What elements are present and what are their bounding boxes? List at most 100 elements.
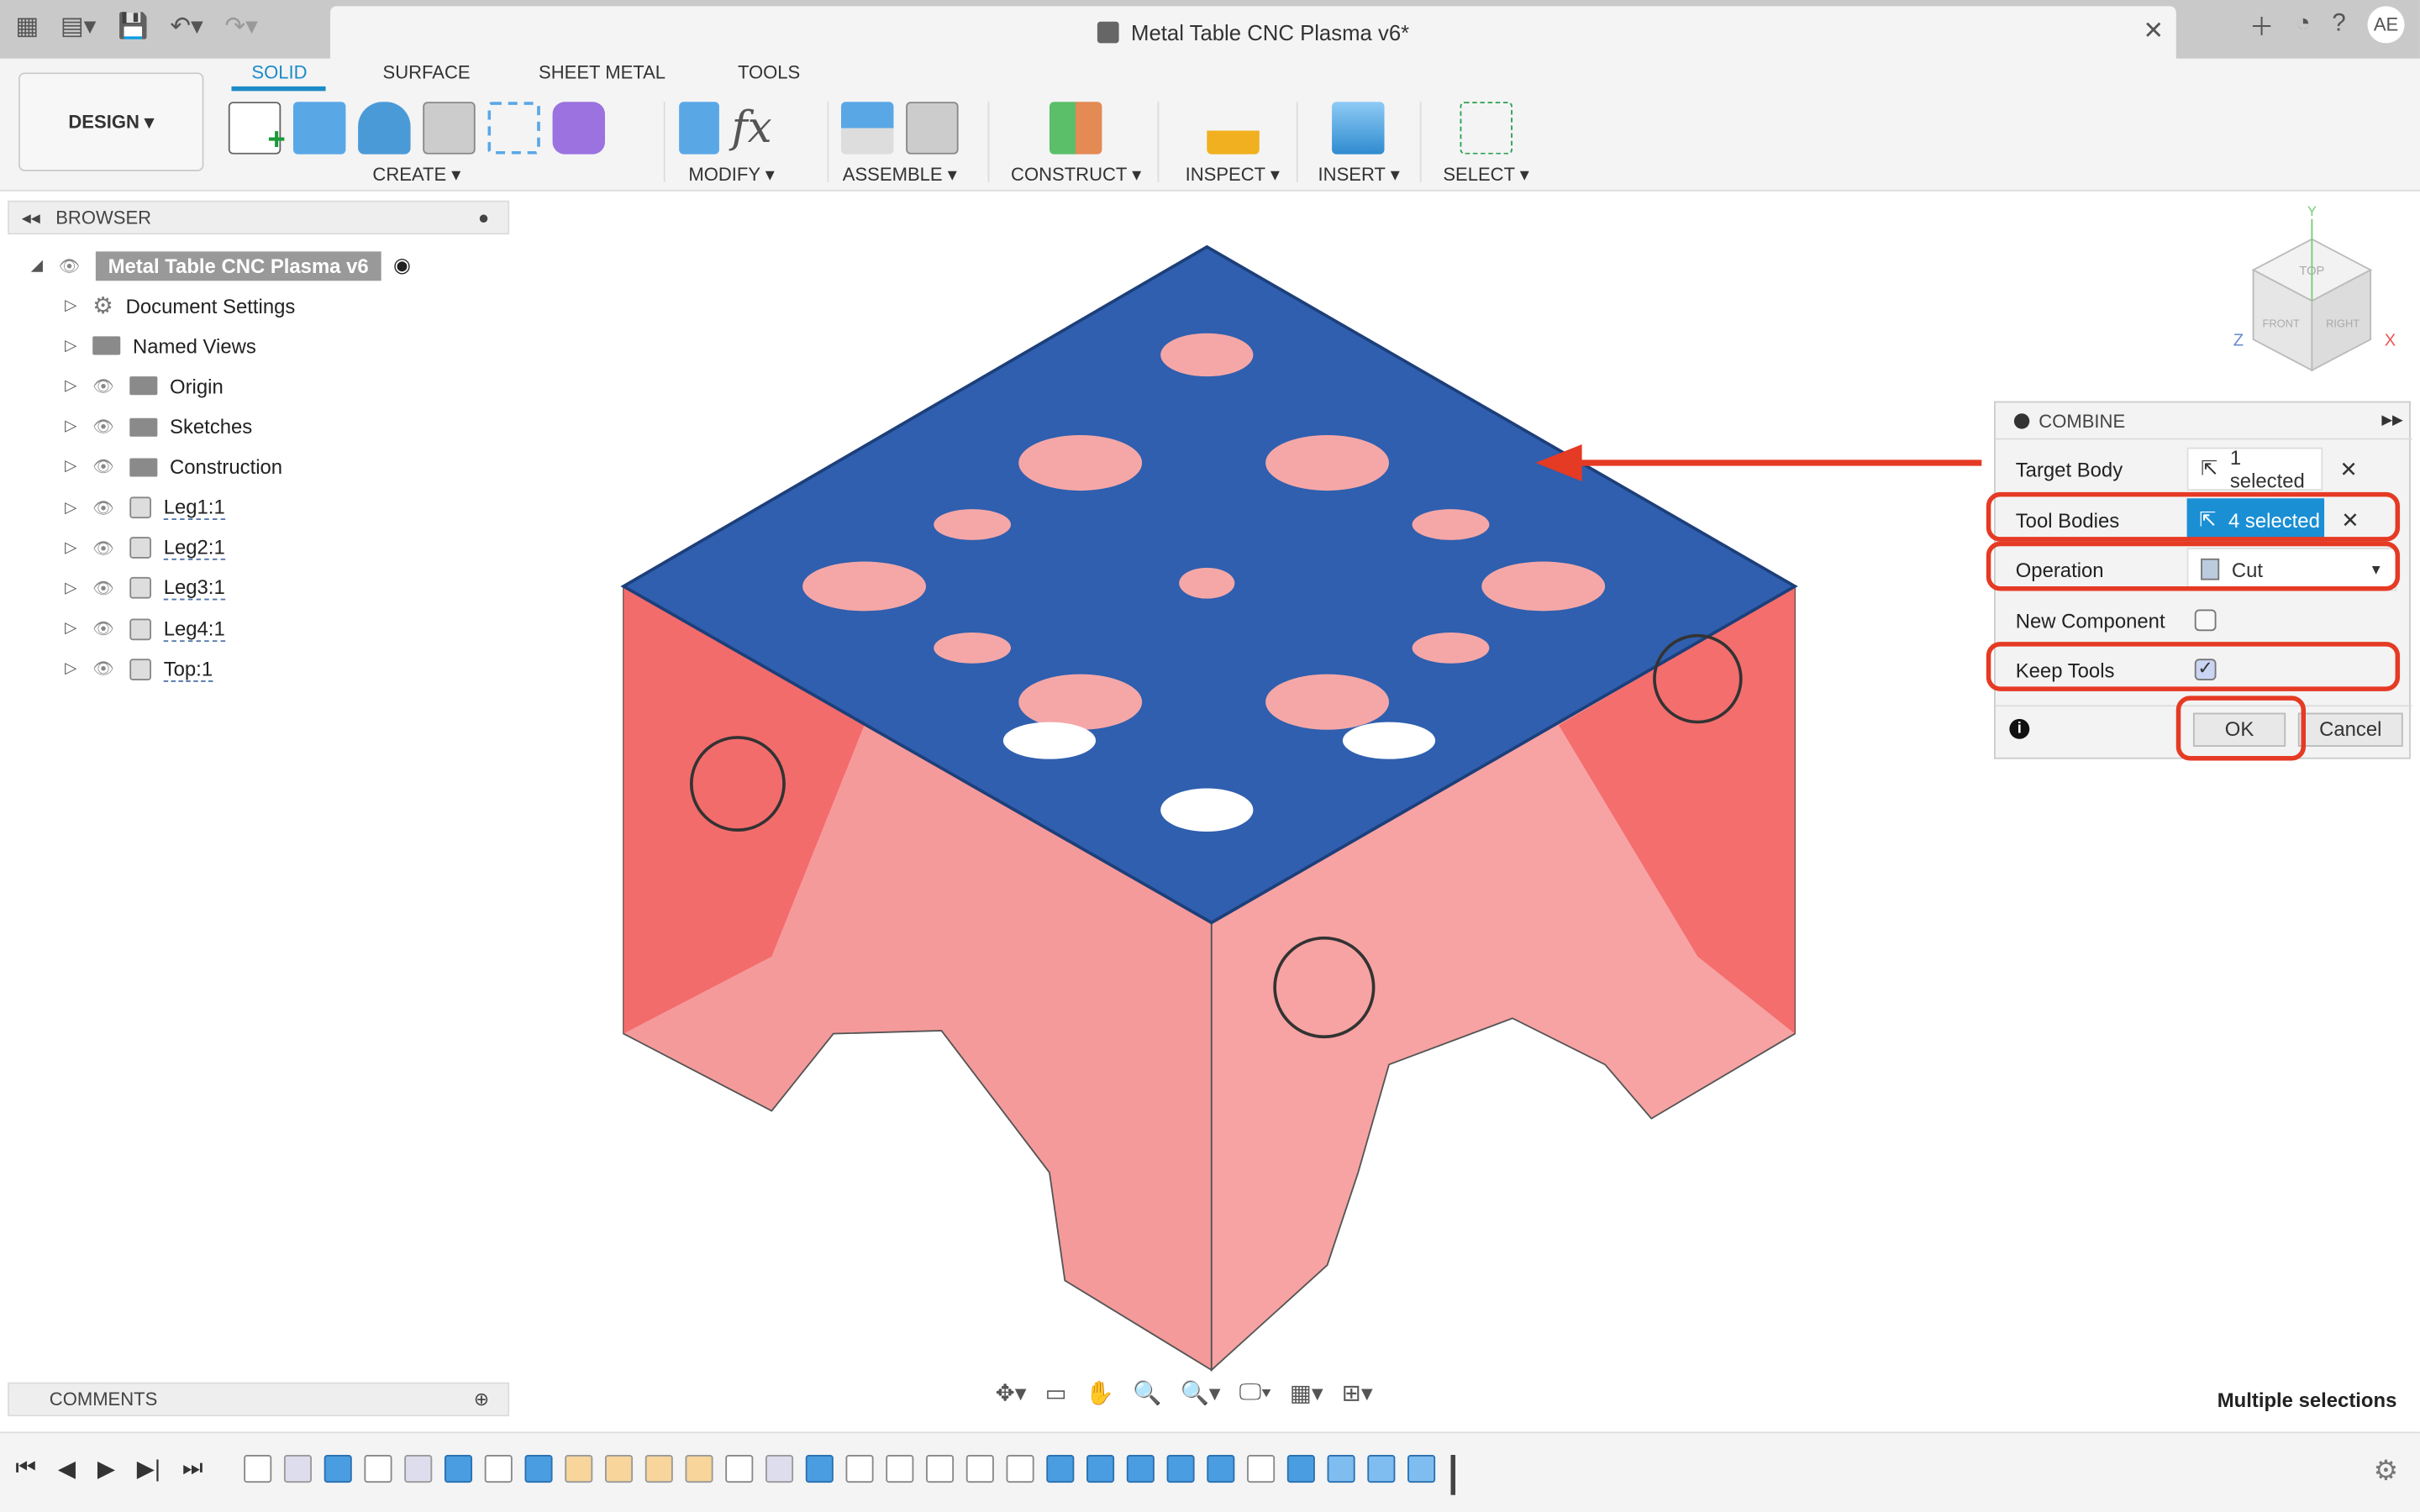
avatar[interactable]: AE	[2367, 6, 2405, 44]
close-tab-icon[interactable]: ✕	[2143, 15, 2164, 46]
create-form-icon[interactable]	[552, 102, 605, 155]
joint-icon[interactable]	[906, 102, 959, 155]
target-body-selector[interactable]: ⇱ 1 selected	[2186, 446, 2323, 492]
timeline-feature-icon[interactable]	[965, 1455, 994, 1483]
timeline-feature-icon[interactable]	[1086, 1455, 1115, 1483]
new-component-icon[interactable]	[841, 102, 894, 155]
timeline-feature-icon[interactable]	[765, 1455, 794, 1483]
redo-icon[interactable]: ↷▾	[224, 11, 257, 42]
tab-sheet-metal[interactable]: SHEET METAL	[539, 61, 666, 83]
comments-panel[interactable]: COMMENTS ⊕	[8, 1382, 510, 1417]
apps-grid-icon[interactable]: ▦	[15, 11, 39, 42]
combine-dialog: COMBINE ▶▶ Target Body ⇱ 1 selected ✕ Too…	[1986, 401, 2412, 761]
select-menu[interactable]: SELECT ▾	[1443, 164, 1529, 186]
3d-viewport[interactable]: TOP FRONT RIGHT Y X Z	[0, 192, 2420, 1379]
timeline-feature-icon[interactable]	[283, 1455, 313, 1483]
modify-menu[interactable]: MODIFY ▾	[688, 164, 775, 186]
tab-tools[interactable]: TOOLS	[738, 61, 800, 83]
insert-menu[interactable]: INSERT ▾	[1318, 164, 1400, 186]
step-forward-icon[interactable]: ▶|	[137, 1455, 160, 1483]
timeline-feature-icon[interactable]	[886, 1455, 914, 1483]
timeline-feature-icon[interactable]	[845, 1455, 874, 1483]
divider	[827, 102, 829, 182]
timeline-feature-icon[interactable]	[1327, 1455, 1355, 1483]
revolve-icon[interactable]	[358, 102, 411, 155]
construct-menu[interactable]: CONSTRUCT ▾	[1011, 164, 1141, 186]
status-text: Multiple selections	[2217, 1389, 2397, 1412]
timeline-feature-icon[interactable]	[524, 1455, 553, 1483]
view-cube[interactable]: TOP FRONT RIGHT Y X Z	[2233, 203, 2396, 372]
timeline-feature-icon[interactable]	[244, 1455, 272, 1483]
timeline-feature-icon[interactable]	[1247, 1455, 1276, 1483]
timeline-feature-icon[interactable]	[1367, 1455, 1396, 1483]
tab-surface[interactable]: SURFACE	[383, 61, 471, 83]
extrude-icon[interactable]	[292, 102, 346, 155]
offset-plane-icon[interactable]	[1050, 102, 1102, 155]
timeline-feature-icon[interactable]	[1046, 1455, 1075, 1483]
timeline-feature-icon[interactable]	[444, 1455, 473, 1483]
expand-dialog-icon[interactable]: ▶▶	[2381, 412, 2402, 428]
timeline-feature-icon[interactable]	[725, 1455, 754, 1483]
inspect-group: INSPECT ▾	[1186, 96, 1280, 188]
measure-icon[interactable]	[1206, 102, 1259, 155]
new-tab-icon[interactable]: ＋	[2249, 6, 2274, 43]
press-pull-icon[interactable]	[679, 102, 719, 155]
viewports-icon[interactable]: ⊞▾	[1342, 1379, 1373, 1407]
zoom-window-icon[interactable]: 🔍▾	[1180, 1379, 1220, 1407]
timeline-features	[244, 1455, 1456, 1495]
timeline-feature-icon[interactable]	[1286, 1455, 1315, 1483]
hole-icon[interactable]	[423, 102, 476, 155]
step-back-icon[interactable]: ◀	[58, 1455, 76, 1483]
divider	[1296, 102, 1298, 182]
help-icon[interactable]: ?	[2332, 11, 2345, 39]
comments-add-icon[interactable]: ⊕	[474, 1389, 489, 1410]
timeline-feature-icon[interactable]	[565, 1455, 593, 1483]
undo-icon[interactable]: ↶▾	[170, 11, 203, 42]
timeline-marker[interactable]	[1450, 1455, 1456, 1495]
orbit-icon[interactable]: ✥▾	[996, 1379, 1027, 1407]
timeline-feature-icon[interactable]	[1166, 1455, 1195, 1483]
file-menu-icon[interactable]: ▤▾	[60, 11, 97, 42]
new-component-checkbox[interactable]	[2194, 609, 2217, 632]
pattern-icon[interactable]	[487, 102, 540, 155]
insert-image-icon[interactable]	[1332, 102, 1386, 155]
timeline-settings-gear-icon[interactable]: ⚙	[2374, 1455, 2399, 1488]
clear-target-icon[interactable]: ✕	[2339, 456, 2358, 482]
zoom-icon[interactable]: 🔍	[1133, 1379, 1161, 1407]
view-cube-front[interactable]: FRONT	[2263, 317, 2300, 329]
go-to-start-icon[interactable]: ⏮	[15, 1455, 36, 1483]
timeline-feature-icon[interactable]	[644, 1455, 673, 1483]
pan-icon[interactable]: ✋	[1086, 1379, 1114, 1407]
timeline-feature-icon[interactable]	[926, 1455, 955, 1483]
timeline-feature-icon[interactable]	[324, 1455, 352, 1483]
timeline-feature-icon[interactable]	[805, 1455, 834, 1483]
go-to-end-icon[interactable]: ⏭	[182, 1455, 203, 1483]
workspace-switcher[interactable]: DESIGN ▾	[18, 72, 204, 171]
timeline-feature-icon[interactable]	[364, 1455, 392, 1483]
timeline-feature-icon[interactable]	[1407, 1455, 1436, 1483]
timeline-feature-icon[interactable]	[1006, 1455, 1034, 1483]
timeline-feature-icon[interactable]	[484, 1455, 513, 1483]
document-tab[interactable]: Metal Table CNC Plasma v6* ✕	[330, 6, 2176, 59]
info-icon[interactable]: i	[2009, 718, 2030, 739]
timeline-feature-icon[interactable]	[1126, 1455, 1155, 1483]
timeline-feature-icon[interactable]	[1207, 1455, 1235, 1483]
inspect-menu[interactable]: INSPECT ▾	[1186, 164, 1280, 186]
timeline-feature-icon[interactable]	[604, 1455, 634, 1483]
create-menu[interactable]: CREATE ▾	[372, 164, 460, 186]
tab-solid[interactable]: SOLID	[251, 61, 307, 83]
view-cube-right[interactable]: RIGHT	[2326, 317, 2360, 329]
timeline-feature-icon[interactable]	[404, 1455, 433, 1483]
display-settings-icon[interactable]: 🖵▾	[1239, 1379, 1271, 1407]
cancel-button[interactable]: Cancel	[2297, 711, 2403, 747]
look-at-icon[interactable]: ▭	[1045, 1379, 1067, 1407]
timeline-feature-icon[interactable]	[685, 1455, 713, 1483]
create-sketch-icon[interactable]: +	[228, 102, 286, 157]
play-icon[interactable]: ▶	[97, 1455, 115, 1483]
assemble-menu[interactable]: ASSEMBLE ▾	[843, 164, 957, 186]
grid-settings-icon[interactable]: ▦▾	[1290, 1379, 1323, 1407]
job-status-icon[interactable]: ◔	[2296, 11, 2311, 39]
save-icon[interactable]: 💾	[118, 11, 149, 42]
window-select-icon[interactable]	[1460, 102, 1512, 155]
parameters-fx-icon[interactable]: fx	[732, 102, 784, 154]
